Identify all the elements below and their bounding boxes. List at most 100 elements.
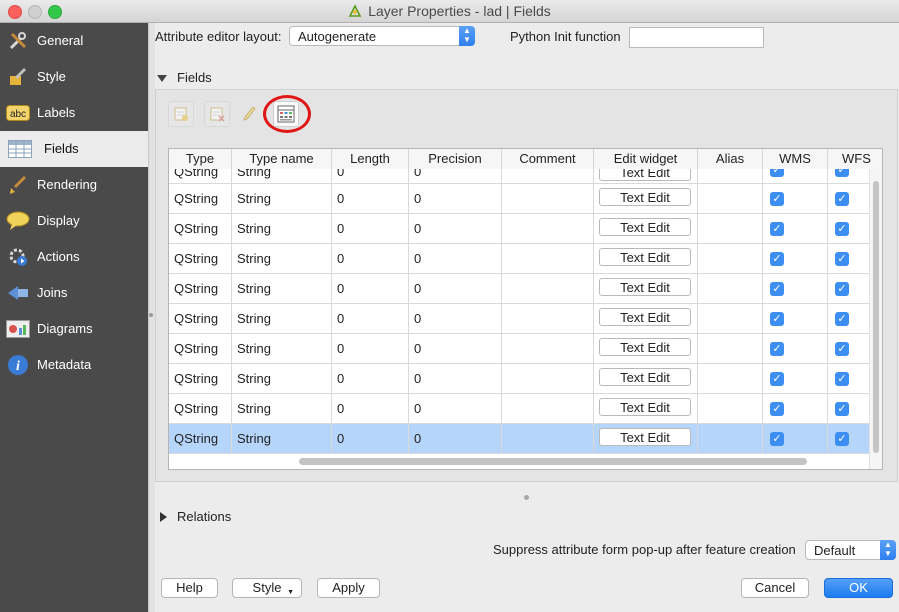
relations-section-title[interactable]: Relations <box>177 509 231 524</box>
brush-icon <box>6 174 30 196</box>
table-vertical-scrollbar[interactable] <box>869 169 882 469</box>
apply-button[interactable]: Apply <box>317 578 380 598</box>
text-edit-button[interactable]: Text Edit <box>599 169 691 181</box>
wms-checkbox[interactable]: ✓ <box>770 282 784 296</box>
wms-checkbox[interactable]: ✓ <box>770 192 784 206</box>
cell-type-name: String <box>232 394 332 423</box>
cell-wfs: ✓ <box>828 334 872 363</box>
wfs-checkbox[interactable]: ✓ <box>835 402 849 416</box>
cell-wfs: ✓ <box>828 304 872 333</box>
table-row[interactable]: QString String 0 0 Text Edit ✓ ✓ <box>169 244 872 274</box>
sidebar-item-joins[interactable]: Joins <box>0 275 148 311</box>
wfs-checkbox[interactable]: ✓ <box>835 169 849 177</box>
cell-comment <box>502 169 594 183</box>
sidebar-item-metadata[interactable]: i Metadata <box>0 347 148 383</box>
sidebar-splitter[interactable] <box>148 23 155 612</box>
text-edit-button[interactable]: Text Edit <box>599 338 691 356</box>
column-header-edit-widget[interactable]: Edit widget <box>594 149 698 169</box>
cell-alias <box>698 424 763 453</box>
text-edit-button[interactable]: Text Edit <box>599 368 691 386</box>
sidebar-item-diagrams[interactable]: Diagrams <box>0 311 148 347</box>
wms-checkbox[interactable]: ✓ <box>770 252 784 266</box>
vertical-scroll-thumb[interactable] <box>873 181 879 453</box>
wms-checkbox[interactable]: ✓ <box>770 169 784 177</box>
wms-checkbox[interactable]: ✓ <box>770 342 784 356</box>
table-row[interactable]: QString String 0 0 Text Edit ✓ ✓ <box>169 274 872 304</box>
sidebar-item-actions[interactable]: Actions <box>0 239 148 275</box>
text-edit-button[interactable]: Text Edit <box>599 278 691 296</box>
delete-field-button[interactable] <box>204 101 230 127</box>
cell-type-name: String <box>232 334 332 363</box>
sidebar-item-display[interactable]: Display <box>0 203 148 239</box>
column-header-comment[interactable]: Comment <box>502 149 594 169</box>
new-field-button[interactable] <box>168 101 194 127</box>
column-header-wfs[interactable]: WFS <box>828 149 882 169</box>
sidebar-item-fields[interactable]: Fields <box>0 131 148 167</box>
table-row-partial[interactable]: QString String 0 0 Text Edit ✓ ✓ <box>169 169 872 184</box>
sidebar-item-general[interactable]: General <box>0 23 148 59</box>
cell-precision: 0 <box>409 334 502 363</box>
cell-comment <box>502 334 594 363</box>
wms-checkbox[interactable]: ✓ <box>770 432 784 446</box>
paint-icon <box>6 66 30 88</box>
column-header-type[interactable]: Type <box>169 149 232 169</box>
text-edit-button[interactable]: Text Edit <box>599 218 691 236</box>
toggle-editing-button[interactable] <box>236 101 262 127</box>
column-header-alias[interactable]: Alias <box>698 149 763 169</box>
text-edit-button[interactable]: Text Edit <box>599 248 691 266</box>
cell-wfs: ✓ <box>828 364 872 393</box>
cell-type: QString <box>169 364 232 393</box>
wms-checkbox[interactable]: ✓ <box>770 402 784 416</box>
horizontal-scroll-thumb[interactable] <box>299 458 807 465</box>
table-row[interactable]: QString String 0 0 Text Edit ✓ ✓ <box>169 304 872 334</box>
relations-expand-icon[interactable] <box>160 512 167 522</box>
text-edit-button[interactable]: Text Edit <box>599 188 691 206</box>
suppress-popup-select[interactable]: Default ▲ ▼ <box>805 540 896 560</box>
wfs-checkbox[interactable]: ✓ <box>835 222 849 236</box>
cell-type: QString <box>169 394 232 423</box>
fields-collapse-icon[interactable] <box>157 75 167 82</box>
wfs-checkbox[interactable]: ✓ <box>835 282 849 296</box>
sidebar-item-labels[interactable]: abc Labels <box>0 95 148 131</box>
text-edit-button[interactable]: Text Edit <box>599 428 691 446</box>
wfs-checkbox[interactable]: ✓ <box>835 252 849 266</box>
text-edit-button[interactable]: Text Edit <box>599 308 691 326</box>
column-header-precision[interactable]: Precision <box>409 149 502 169</box>
table-row[interactable]: QString String 0 0 Text Edit ✓ ✓ <box>169 214 872 244</box>
table-row[interactable]: QString String 0 0 Text Edit ✓ ✓ <box>169 184 872 214</box>
sidebar-item-style[interactable]: Style <box>0 59 148 95</box>
wms-checkbox[interactable]: ✓ <box>770 372 784 386</box>
ok-button[interactable]: OK <box>824 578 893 598</box>
style-button[interactable]: Style ▼ <box>232 578 302 598</box>
table-icon <box>8 138 32 160</box>
wfs-checkbox[interactable]: ✓ <box>835 342 849 356</box>
cell-comment <box>502 274 594 303</box>
table-row[interactable]: QString String 0 0 Text Edit ✓ ✓ <box>169 334 872 364</box>
wms-checkbox[interactable]: ✓ <box>770 312 784 326</box>
column-header-wms[interactable]: WMS <box>763 149 828 169</box>
python-init-field[interactable] <box>629 27 764 48</box>
cell-alias <box>698 184 763 213</box>
table-row[interactable]: QString String 0 0 Text Edit ✓ ✓ <box>169 424 872 454</box>
wfs-checkbox[interactable]: ✓ <box>835 432 849 446</box>
fields-section-title[interactable]: Fields <box>177 70 212 85</box>
attribute-editor-layout-select[interactable]: Autogenerate ▲ ▼ <box>289 26 475 46</box>
sidebar-item-rendering[interactable]: Rendering <box>0 167 148 203</box>
cancel-button[interactable]: Cancel <box>741 578 809 598</box>
cell-wms: ✓ <box>763 184 828 213</box>
wfs-checkbox[interactable]: ✓ <box>835 372 849 386</box>
splitter-handle[interactable] <box>524 495 529 500</box>
table-row[interactable]: QString String 0 0 Text Edit ✓ ✓ <box>169 394 872 424</box>
table-row[interactable]: QString String 0 0 Text Edit ✓ ✓ <box>169 364 872 394</box>
text-edit-button[interactable]: Text Edit <box>599 398 691 416</box>
cell-type: QString <box>169 214 232 243</box>
column-header-length[interactable]: Length <box>332 149 409 169</box>
help-button[interactable]: Help <box>161 578 218 598</box>
wfs-checkbox[interactable]: ✓ <box>835 312 849 326</box>
cell-precision: 0 <box>409 244 502 273</box>
window-title: Layer Properties - lad | Fields <box>368 3 551 19</box>
column-header-type-name[interactable]: Type name <box>232 149 332 169</box>
cell-precision: 0 <box>409 274 502 303</box>
wms-checkbox[interactable]: ✓ <box>770 222 784 236</box>
wfs-checkbox[interactable]: ✓ <box>835 192 849 206</box>
